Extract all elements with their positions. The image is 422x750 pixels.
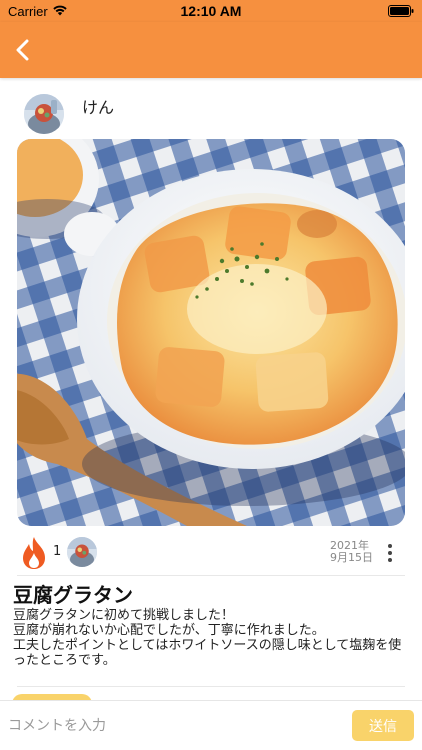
back-button[interactable]: [6, 32, 40, 68]
divider: [17, 575, 405, 576]
author-avatar[interactable]: [24, 94, 64, 134]
post-meta-row: 1 2021年 9月15日: [17, 534, 405, 572]
post-date-day: 9月15日: [330, 551, 373, 564]
comment-input[interactable]: [8, 709, 338, 743]
author-name[interactable]: けん: [82, 94, 114, 118]
post-title: 豆腐グラタン: [13, 583, 133, 607]
post-date: 2021年 9月15日: [330, 540, 373, 564]
more-vertical-icon-dot: [388, 544, 392, 548]
battery-icon: [388, 5, 414, 17]
more-options-button[interactable]: [383, 540, 397, 566]
avatar-image: [24, 94, 64, 134]
chevron-left-icon: [16, 39, 29, 61]
status-time: 12:10 AM: [180, 3, 242, 19]
post-author[interactable]: けん: [24, 92, 114, 136]
more-vertical-icon-dot: [388, 558, 392, 562]
avatar-image: [67, 537, 97, 567]
fire-icon[interactable]: [19, 536, 49, 570]
liker-avatar[interactable]: [67, 537, 97, 567]
navigation-bar: [0, 22, 422, 78]
status-bar: Carrier 12:10 AM: [0, 0, 422, 22]
more-vertical-icon-dot: [388, 551, 392, 555]
gratin-photo: [17, 139, 405, 526]
like-count: 1: [53, 544, 62, 559]
post-body: 豆腐グラタンに初めて挑戦しました！ 豆腐が崩れないか心配でしたが、丁寧に作れまし…: [13, 608, 402, 668]
post-photo[interactable]: [17, 139, 405, 526]
divider: [17, 686, 405, 687]
comment-bar: 送信: [0, 700, 422, 750]
send-button[interactable]: 送信: [352, 710, 414, 741]
